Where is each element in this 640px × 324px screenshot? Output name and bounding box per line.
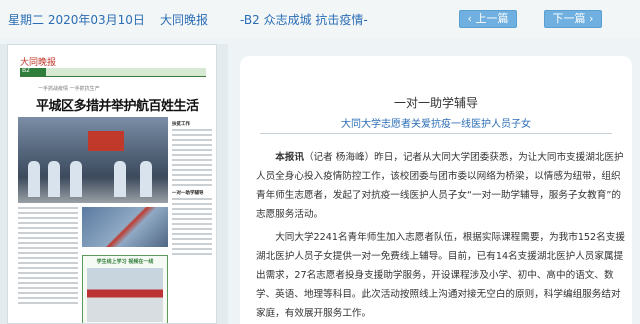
title-divider — [260, 133, 612, 134]
feature-box-title: 学生线上学习 视频在一线 — [96, 259, 154, 265]
next-article-label: 下一篇 — [552, 12, 586, 25]
thumbnail-main-photo[interactable] — [18, 117, 168, 203]
figure-shape — [48, 161, 60, 197]
paper-name[interactable]: 大同晚报 — [160, 11, 208, 28]
article-title: 一对一助学辅导 — [393, 96, 478, 110]
issue-date: 星期二 2020年03月10日 — [8, 13, 145, 27]
thumbnail-right-column[interactable]: 扶贫工作 一对一助学辅导 — [172, 117, 212, 317]
figure-shape — [70, 161, 82, 197]
feature-box-photo — [87, 268, 163, 322]
article-paragraph: 大同大学2241名青年师生加入志愿者队伍，根据实际课程需要，为我市152名支援湖… — [256, 232, 625, 319]
figure-shape — [140, 161, 152, 197]
page-section[interactable]: -B2 众志成城 抗击疫情- — [240, 11, 368, 28]
article-panel: 一对一助学辅导 大同大学志愿者关爱抗疫一线医护人员子女 本报讯（记者 杨海峰）昨… — [240, 56, 632, 324]
next-article-button[interactable]: 下一篇 › — [544, 10, 602, 28]
page-thumbnail-panel: 大同晚报 B2 一手抓战疫情 一手抓抗生产 平城区多措并举护航百姓生活 扶贫工作… — [0, 44, 228, 324]
figure-shape — [28, 161, 40, 197]
article-paragraph-text: （记者 杨海峰）昨日，记者从大同大学团委获悉，为让大同市支援湖北医护人员全身心投… — [256, 152, 624, 220]
thumbnail-feature-box[interactable]: 学生线上学习 视频在一线 — [82, 255, 168, 323]
top-bar: 星期二 2020年03月10日 大同晚报 -B2 众志成城 抗击疫情- ‹ 上一… — [0, 0, 640, 38]
chevron-left-icon: ‹ — [467, 12, 472, 25]
prev-article-button[interactable]: ‹ 上一篇 — [459, 10, 517, 28]
article-paragraph: 本报讯（记者 杨海峰）昨日，记者从大同大学团委获悉，为让大同市支援湖北医护人员全… — [256, 148, 626, 224]
masthead-bar — [20, 68, 206, 76]
chevron-right-icon: › — [589, 12, 594, 25]
thumbnail-headline[interactable]: 平城区多措并举护航百姓生活 — [36, 95, 199, 114]
column-title: 一对一助学辅导 — [172, 191, 204, 196]
prev-article-label: 上一篇 — [475, 12, 509, 25]
thumbnail-secondary-photo[interactable] — [82, 207, 168, 247]
article-lead: 本报讯 — [275, 152, 304, 163]
flag-shape — [88, 131, 124, 151]
thumbnail-subtitle: 一手抓战疫情 一手抓抗生产 — [38, 86, 100, 92]
thumbnail-masthead: 大同晚报 B2 — [20, 55, 206, 77]
newspaper-page-thumbnail[interactable]: 大同晚报 B2 一手抓战疫情 一手抓抗生产 平城区多措并举护航百姓生活 扶贫工作… — [7, 44, 217, 324]
figure-shape — [114, 161, 126, 197]
column-title: 扶贫工作 — [172, 122, 190, 127]
article-subtitle: 大同大学志愿者关爱抗疫一线医护人员子女 — [341, 119, 531, 130]
page-number: B2 — [22, 67, 30, 74]
article-body: 本报讯（记者 杨海峰）昨日，记者从大同大学团委获悉，为让大同市支援湖北医护人员全… — [256, 148, 626, 324]
thumbnail-text-block[interactable] — [18, 207, 78, 307]
